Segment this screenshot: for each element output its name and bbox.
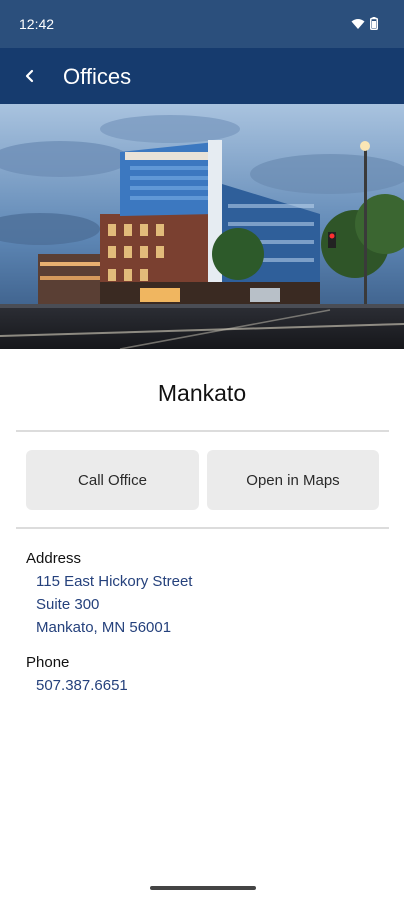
divider xyxy=(16,527,389,529)
address-label: Address xyxy=(26,550,82,567)
page-title: Offices xyxy=(63,64,132,89)
status-bar: 12:42 xyxy=(0,0,404,48)
gesture-nav-handle[interactable] xyxy=(150,886,256,890)
divider xyxy=(16,430,389,432)
address-line-1[interactable]: 115 East Hickory Street xyxy=(36,573,192,590)
wifi-icon xyxy=(351,18,365,29)
status-time: 12:42 xyxy=(19,16,55,32)
phone-number-link[interactable]: 507.387.6651 xyxy=(36,677,128,694)
address-line-2[interactable]: Suite 300 xyxy=(36,596,99,613)
phone-label: Phone xyxy=(26,654,70,671)
office-name: Mankato xyxy=(157,380,247,406)
status-icons xyxy=(351,17,378,30)
arrow-back-icon xyxy=(25,69,34,83)
office-photo xyxy=(0,104,404,349)
open-in-maps-label: Open in Maps xyxy=(246,471,340,489)
address-line-3[interactable]: Mankato, MN 56001 xyxy=(36,619,171,636)
app-bar: Offices xyxy=(0,48,404,104)
back-button[interactable] xyxy=(12,58,48,94)
open-in-maps-button[interactable]: Open in Maps xyxy=(207,450,379,510)
battery-icon xyxy=(370,17,378,30)
call-office-button[interactable]: Call Office xyxy=(26,450,199,510)
call-office-label: Call Office xyxy=(78,471,147,489)
